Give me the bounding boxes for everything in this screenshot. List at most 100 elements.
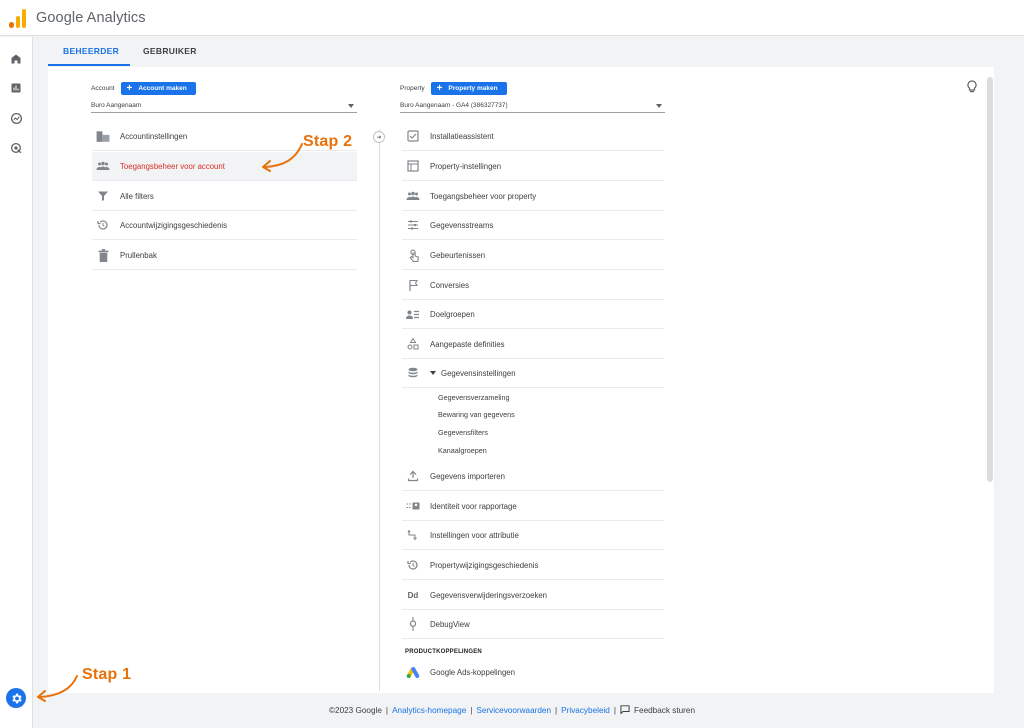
property-item-label: Conversies [430,280,469,290]
analytics-logo-icon[interactable] [9,8,26,28]
sub-item-data-collection[interactable]: Gegevensverzameling [438,393,510,402]
chevron-down-icon [656,103,662,108]
dd-icon: Dd [407,590,419,600]
tab-beheerder[interactable]: BEHEERDER [63,46,119,56]
annotation-step-2: Stap 2 [303,133,353,150]
caret-down-icon[interactable] [430,371,436,375]
account-item-label: Accountwijzigingsgeschiedenis [120,220,228,230]
sub-item-channel-groups[interactable]: Kanaalgroepen [438,446,487,455]
create-account-button[interactable]: + Account maken [120,82,196,95]
property-header: Property + Property maken [400,82,507,95]
audience-icon [406,307,420,321]
lightbulb-icon[interactable] [966,80,978,94]
create-account-label: Account maken [138,85,187,92]
footer-copyright: ©2023 Google [328,705,382,715]
upload-icon [406,469,420,483]
arrow-right-icon: ➜ [373,131,385,143]
property-item-data-import[interactable]: Gegevens importeren [402,462,664,491]
property-item-label: Property-instellingen [430,161,502,171]
property-item-reporting-identity[interactable]: Identiteit voor rapportage [402,492,664,521]
property-item-label: Google Ads-koppelingen [430,668,515,677]
property-item-data-settings[interactable]: Gegevensinstellingen [402,359,664,388]
property-item-google-ads-links[interactable]: Google Ads-koppelingen [402,658,664,687]
trash-icon [96,248,110,262]
property-item-setup-assistant[interactable]: Installatieassistent [402,122,664,151]
debug-icon [406,617,420,631]
property-item-label: Toegangsbeheer voor property [430,191,537,201]
column-divider [379,129,380,691]
account-item-history[interactable]: Accountwijzigingsgeschiedenis [92,211,357,240]
sub-item-data-filters[interactable]: Gegevensfilters [438,428,488,437]
explore-icon[interactable] [8,110,24,126]
home-icon[interactable] [8,51,24,67]
account-item-filters[interactable]: Alle filters [92,182,357,211]
property-item-settings[interactable]: Property-instellingen [402,152,664,181]
filter-icon [96,189,110,203]
identity-icon [406,499,420,513]
property-select-value: Buro Aangenaam - GA4 (386327737) [400,102,508,109]
active-tab-indicator [48,64,130,66]
admin-tabs: BEHEERDER GEBRUIKER [34,37,1024,67]
account-label: Account [91,85,115,92]
account-item-label: Accountinstellingen [120,131,188,141]
people-icon [96,159,110,173]
footer-separator: | [555,705,558,715]
account-select[interactable]: Buro Aangenaam [91,99,357,113]
account-item-label: Alle filters [120,191,154,201]
footer-link-terms[interactable]: Servicevoorwaarden [476,706,551,715]
touch-icon [406,248,420,262]
property-item-attribution[interactable]: Instellingen voor attributie [402,521,664,550]
property-item-label: Gegevens importeren [430,471,505,481]
people-icon [406,189,420,203]
property-item-label: Gegevensverwijderingsverzoeken [430,590,548,600]
checkbox-icon [406,129,420,143]
property-item-history[interactable]: Propertywijzigingsgeschiedenis [402,551,664,580]
plus-icon: + [126,82,133,94]
footer-link-homepage[interactable]: Analytics-homepage [392,706,466,715]
footer-link-privacy[interactable]: Privacybeleid [561,706,610,715]
property-item-access[interactable]: Toegangsbeheer voor property [402,182,664,211]
property-item-label: Installatieassistent [430,131,494,141]
plus-icon: + [436,82,443,94]
account-item-access[interactable]: Toegangsbeheer voor account [92,152,357,181]
property-item-label: Gebeurtenissen [430,250,486,260]
property-item-debugview[interactable]: DebugView [402,610,664,639]
tab-gebruiker[interactable]: GEBRUIKER [143,46,197,56]
property-select[interactable]: Buro Aangenaam - GA4 (386327737) [400,99,665,113]
property-item-audiences[interactable]: Doelgroepen [402,300,664,329]
property-item-label: Aangepaste definities [430,339,505,349]
property-item-label: Gegevensinstellingen [441,368,516,378]
nav-rail [0,37,33,728]
footer-separator: | [470,705,473,715]
property-item-label: Propertywijzigingsgeschiedenis [430,560,539,570]
reports-icon[interactable] [8,80,24,96]
property-item-label: Instellingen voor attributie [430,530,519,540]
create-property-button[interactable]: + Property maken [430,82,507,95]
footer-feedback[interactable]: Feedback sturen [634,706,695,715]
advertising-icon[interactable] [8,140,24,156]
property-item-deletion-requests[interactable]: Dd Gegevensverwijderingsverzoeken [402,581,664,610]
product-links-heading: PRODUCTKOPPELINGEN [405,649,482,655]
top-bar: Google Analytics [0,0,1024,36]
annotation-step-1: Stap 1 [82,666,132,683]
window-icon [406,159,420,173]
account-item-trash[interactable]: Prullenbak [92,241,357,270]
create-property-label: Property maken [448,85,498,92]
history-icon [406,558,420,572]
property-item-label: Gegevensstreams [430,220,494,230]
footer-separator: | [385,705,389,715]
scrollbar[interactable] [987,77,993,482]
sub-item-data-retention[interactable]: Bewaring van gegevens [438,410,515,419]
history-icon [96,218,110,232]
property-item-custom-definitions[interactable]: Aangepaste definities [402,330,664,359]
property-item-label: Identiteit voor rapportage [430,501,517,511]
account-item-label: Toegangsbeheer voor account [120,161,225,171]
annotation-arrow-step-1 [37,675,78,702]
account-header: Account + Account maken [91,82,196,95]
property-item-conversions[interactable]: Conversies [402,271,664,300]
property-item-streams[interactable]: Gegevensstreams [402,211,664,240]
property-label: Property [400,85,425,92]
account-item-label: Prullenbak [120,250,157,260]
streams-icon [406,218,420,232]
property-item-events[interactable]: Gebeurtenissen [402,241,664,270]
